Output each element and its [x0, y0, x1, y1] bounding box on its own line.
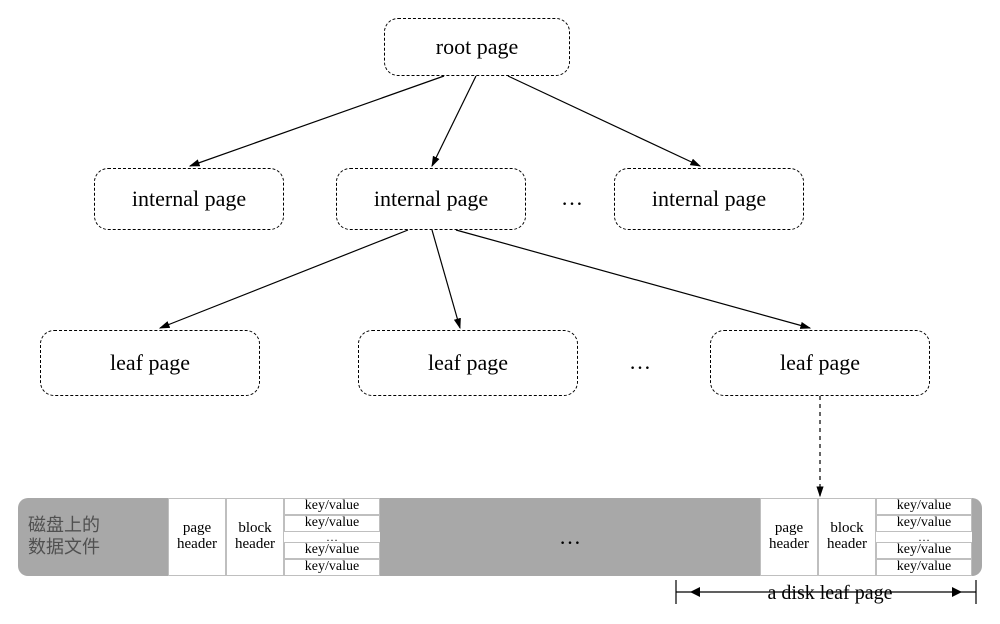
disk-page-block-2: page header block header key/value key/v…: [760, 498, 972, 576]
kv-dots: …: [876, 532, 972, 543]
kv-cell: key/value: [284, 498, 380, 515]
leaf-ellipsis: …: [620, 350, 660, 374]
page-header-cell: page header: [760, 498, 818, 576]
leaf-page-node-2: leaf page: [358, 330, 578, 396]
disk-file-label-line1: 磁盘上的: [28, 515, 100, 537]
kv-cell: key/value: [284, 542, 380, 559]
leaf-page-node-1: leaf page: [40, 330, 260, 396]
kv-column: key/value key/value … key/value key/valu…: [876, 498, 972, 576]
kv-cell: key/value: [876, 498, 972, 515]
block-header-cell: block header: [818, 498, 876, 576]
page-header-cell: page header: [168, 498, 226, 576]
kv-dots: …: [284, 532, 380, 543]
kv-cell: key/value: [876, 542, 972, 559]
internal-ellipsis: …: [552, 186, 592, 210]
disk-page-block-1: page header block header key/value key/v…: [168, 498, 380, 576]
internal-page-node-2: internal page: [336, 168, 526, 230]
root-page-node: root page: [384, 18, 570, 76]
disk-file-label-line2: 数据文件: [28, 537, 100, 559]
disk-file-bar: 磁盘上的 数据文件 page header block header key/v…: [18, 498, 982, 576]
kv-column: key/value key/value … key/value key/valu…: [284, 498, 380, 576]
disk-file-label: 磁盘上的 数据文件: [18, 498, 168, 576]
internal-page-node-3: internal page: [614, 168, 804, 230]
leaf-page-node-3: leaf page: [710, 330, 930, 396]
kv-cell: key/value: [284, 559, 380, 576]
disk-mid-ellipsis: …: [380, 498, 760, 576]
block-header-cell: block header: [226, 498, 284, 576]
disk-leaf-page-label: a disk leaf page: [680, 582, 980, 605]
kv-cell: key/value: [876, 559, 972, 576]
internal-page-node-1: internal page: [94, 168, 284, 230]
